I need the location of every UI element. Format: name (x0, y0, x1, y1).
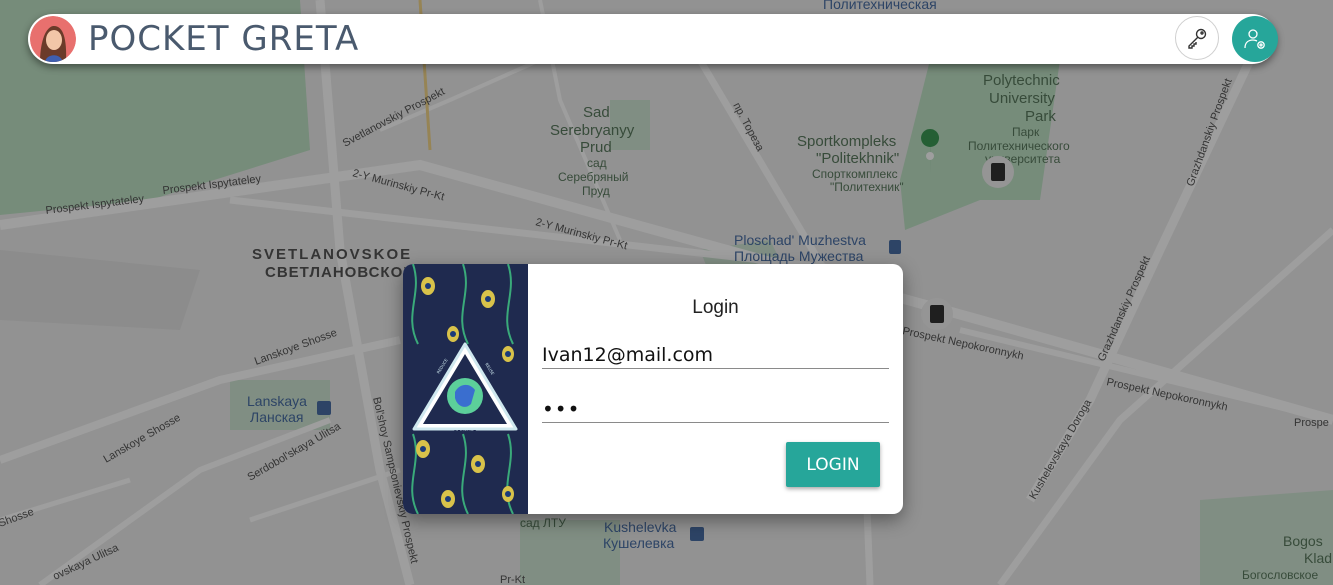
svg-text:RECYCLE: RECYCLE (454, 430, 476, 436)
app-title: POCKET GRETA (88, 19, 360, 59)
login-button[interactable]: LOGIN (786, 442, 880, 487)
recycle-artwork: RECYCLE REDUCE REUSE (403, 264, 528, 514)
user-settings-button[interactable] (1232, 16, 1278, 62)
login-title: Login (692, 297, 739, 318)
top-app-bar: POCKET GRETA (28, 14, 1278, 64)
key-icon (1188, 28, 1207, 49)
password-field[interactable] (542, 396, 889, 423)
user-avatar-icon[interactable] (30, 16, 76, 62)
login-dialog: RECYCLE REDUCE REUSE Login LOGIN (403, 264, 903, 514)
key-button[interactable] (1175, 16, 1219, 60)
user-settings-icon (1244, 29, 1265, 49)
email-field[interactable] (542, 342, 889, 369)
